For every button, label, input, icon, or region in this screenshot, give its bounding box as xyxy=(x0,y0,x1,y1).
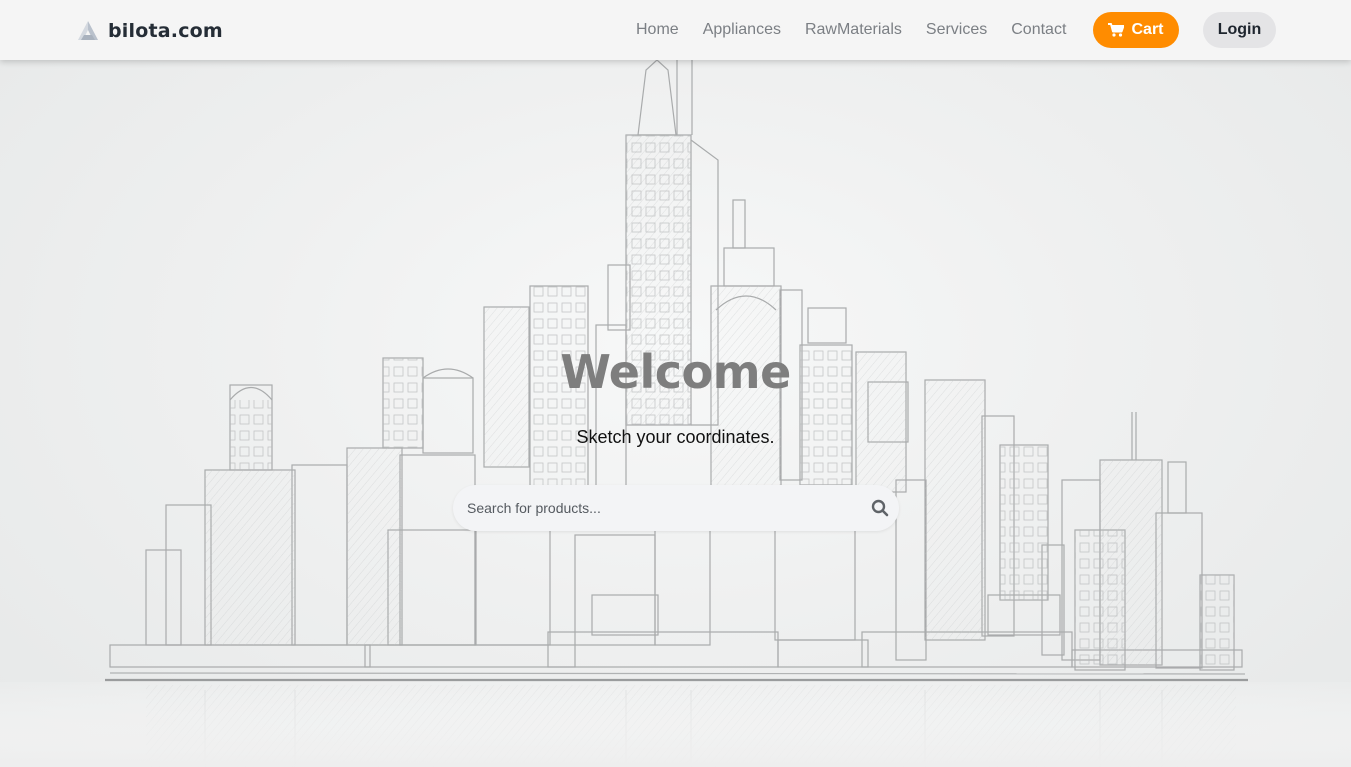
cart-label: Cart xyxy=(1131,21,1164,38)
brand[interactable]: bilota.com xyxy=(76,18,223,44)
login-label: Login xyxy=(1217,21,1262,38)
search-icon[interactable] xyxy=(871,499,889,517)
shopping-cart-icon xyxy=(1108,23,1125,37)
nav-link-rawmaterials[interactable]: RawMaterials xyxy=(805,21,902,39)
nav-links: Home Appliances RawMaterials Services Co… xyxy=(636,0,1090,60)
nav-link-appliances[interactable]: Appliances xyxy=(703,21,781,39)
nav-link-contact[interactable]: Contact xyxy=(1011,21,1066,39)
city-skyline-illustration xyxy=(0,60,1351,767)
hero-tagline: Sketch your coordinates. xyxy=(576,427,775,447)
nav-link-home[interactable]: Home xyxy=(636,21,679,39)
brand-name: bilota.com xyxy=(108,20,223,42)
nav-link-services[interactable]: Services xyxy=(926,21,987,39)
hero: Welcome Sketch your coordinates. xyxy=(0,60,1351,767)
cart-button[interactable]: Cart xyxy=(1093,12,1179,48)
login-button[interactable]: Login xyxy=(1203,12,1276,48)
search-bar xyxy=(453,485,899,531)
welcome-heading: Welcome xyxy=(560,345,791,399)
search-input[interactable] xyxy=(467,493,847,523)
navbar: bilota.com Home Appliances RawMaterials … xyxy=(0,0,1351,60)
triangle-logo-icon xyxy=(78,21,98,40)
